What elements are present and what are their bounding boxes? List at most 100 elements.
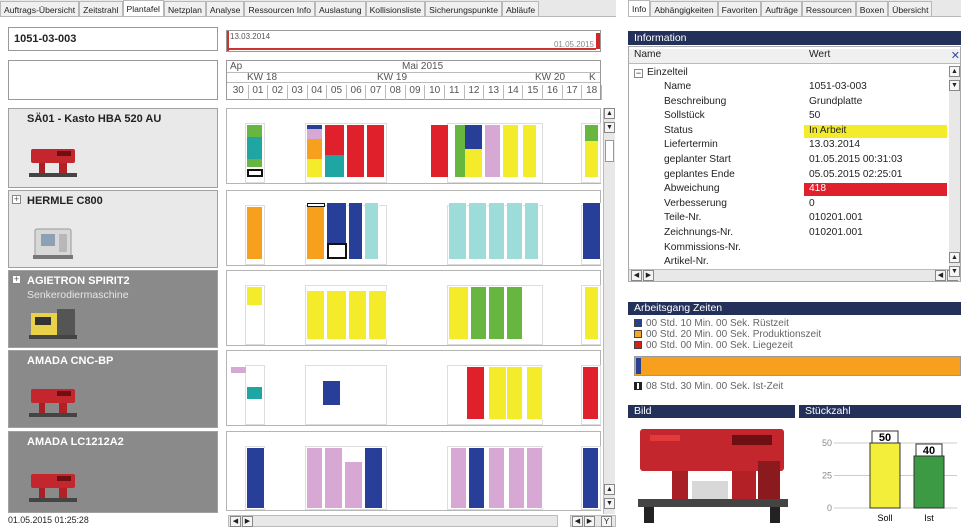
grid-row[interactable]: Abweichung 418 (629, 183, 947, 197)
grid-row[interactable]: geplanter Start 01.05.2015 00:31:03 (629, 154, 947, 167)
gantt-bar[interactable] (247, 287, 263, 305)
gantt-bar[interactable] (583, 203, 601, 259)
gantt-bar[interactable] (247, 159, 263, 167)
gantt-bar[interactable] (365, 448, 383, 508)
gantt-vertical-scrollbar[interactable]: ▲ ▼ ▲ ▼ (603, 108, 615, 514)
machine-row[interactable]: AMADA LC1212A2 (8, 431, 218, 513)
gantt-bar[interactable] (503, 125, 519, 177)
gantt-bar[interactable] (585, 125, 599, 141)
grid-row[interactable]: Liefertermin 13.03.2014 (629, 139, 947, 152)
gantt-bar[interactable] (369, 291, 387, 339)
gantt-bar[interactable] (247, 393, 263, 399)
gantt-bar[interactable] (489, 367, 507, 419)
right-tab-0[interactable]: Info (628, 0, 651, 16)
gantt-bar[interactable] (507, 203, 523, 259)
scroll-thumb[interactable] (605, 140, 614, 162)
grid-scroll-left[interactable]: ◀ (631, 270, 642, 281)
expand-icon[interactable]: + (12, 195, 21, 204)
grid-hscroll[interactable]: ◀ ▶ ◀ ▶ (629, 269, 960, 281)
grid-row[interactable]: Teile-Nr. 010201.001 (629, 212, 947, 225)
left-tab-4[interactable]: Analyse (205, 1, 245, 16)
machine-row[interactable]: + HERMLE C800 (8, 190, 218, 268)
machine-row[interactable]: AMADA CNC-BP (8, 350, 218, 428)
scroll-left-button[interactable]: ◀ (230, 516, 241, 527)
left-tab-7[interactable]: Kollisionsliste (365, 1, 426, 16)
grid-scroll-down[interactable]: ▼ (949, 80, 960, 91)
gantt-bar[interactable] (325, 448, 343, 508)
scroll-down-button[interactable]: ▼ (604, 498, 615, 509)
gantt-bar[interactable] (525, 203, 539, 259)
gantt-bar[interactable] (307, 129, 323, 139)
right-tab-4[interactable]: Ressourcen (801, 1, 856, 16)
scroll-up-bottom-button[interactable]: ▲ (604, 484, 615, 495)
right-tab-1[interactable]: Abhängigkeiten (650, 1, 718, 16)
gantt-bar[interactable] (583, 448, 599, 508)
gantt-bar[interactable] (507, 367, 523, 419)
right-tab-2[interactable]: Favoriten (717, 1, 762, 16)
gantt-bar[interactable] (367, 125, 385, 177)
gantt-bar[interactable] (583, 367, 599, 419)
gantt-bar[interactable] (465, 149, 483, 177)
grid-scroll-up2[interactable]: ▲ (949, 252, 960, 263)
gantt-bar[interactable] (451, 448, 467, 508)
gantt-bar[interactable] (527, 448, 543, 508)
left-tab-1[interactable]: Zeitstrahl (79, 1, 123, 16)
gantt-bar[interactable] (247, 207, 263, 259)
gantt-bar[interactable] (231, 367, 247, 373)
gantt-bar[interactable] (489, 287, 505, 339)
left-tab-0[interactable]: Auftrags-Übersicht (0, 1, 80, 16)
gantt-lane[interactable] (226, 431, 601, 511)
grid-row[interactable]: Artikel-Nr. (629, 256, 947, 269)
machine-row[interactable]: + AGIETRON SPIRIT2 Senkerodiermaschine (8, 270, 218, 348)
gantt-bar[interactable] (485, 125, 501, 177)
gantt-bar[interactable] (509, 448, 525, 508)
machine-row[interactable]: SÄ01 - Kasto HBA 520 AU (8, 108, 218, 188)
gantt-bar[interactable] (349, 291, 367, 339)
scroll-right-button[interactable]: ▶ (242, 516, 253, 527)
group-collapse-icon[interactable]: − (634, 69, 643, 78)
gantt-bar[interactable] (471, 287, 487, 339)
gantt-lane[interactable] (226, 190, 601, 266)
gantt-bar[interactable] (469, 448, 485, 508)
gantt-bar[interactable] (327, 291, 347, 339)
gantt-bar[interactable] (365, 203, 379, 259)
left-tab-6[interactable]: Auslastung (315, 1, 366, 16)
grid-row[interactable]: Beschreibung Grundplatte (629, 96, 947, 109)
grid-row[interactable]: Status In Arbeit (629, 124, 947, 138)
scroll-up-button[interactable]: ▲ (604, 108, 615, 119)
gantt-bar[interactable] (449, 203, 467, 259)
grid-row[interactable]: Sollstück 50 (629, 110, 947, 123)
gantt-bar[interactable] (467, 367, 485, 419)
left-tab-2[interactable]: Plantafel (122, 0, 164, 16)
grid-row[interactable]: Zeichnungs-Nr. 010201.001 (629, 227, 947, 240)
grid-row[interactable]: Verbesserung 0 (629, 198, 947, 211)
scroll-up-small-button[interactable]: ▼ (604, 122, 615, 133)
gantt-bar[interactable] (307, 159, 323, 177)
gantt-horizontal-scrollbar[interactable]: ◀ ▶ (228, 515, 558, 527)
right-tab-6[interactable]: Übersicht (888, 1, 933, 16)
grid-row[interactable]: Name 1051-03-003 (629, 81, 947, 94)
gantt-bar[interactable] (489, 448, 505, 508)
grid-scroll-left2[interactable]: ◀ (935, 270, 946, 281)
gantt-bar[interactable] (307, 291, 325, 339)
right-tab-3[interactable]: Aufträge (761, 1, 802, 16)
gantt-bar[interactable] (469, 203, 487, 259)
gantt-bar[interactable] (307, 203, 325, 259)
left-tab-9[interactable]: Abläufe (501, 1, 540, 16)
gantt-bar[interactable] (327, 203, 347, 243)
gantt-bar[interactable] (307, 203, 325, 207)
gantt-bar[interactable] (307, 448, 323, 508)
gantt-bar[interactable] (349, 203, 363, 259)
gantt-bar[interactable] (585, 287, 599, 339)
left-tab-3[interactable]: Netzplan (163, 1, 206, 16)
gantt-bar[interactable] (523, 125, 537, 177)
grid-vertical-scrollbar[interactable]: ▲ ▼ ▲ ▼ (949, 66, 960, 280)
right-tab-5[interactable]: Boxen (855, 1, 889, 16)
gantt-bar[interactable] (465, 125, 483, 149)
gantt-bar[interactable] (323, 381, 341, 405)
grid-group-row[interactable]: − Einzelteil (629, 67, 947, 80)
zoom-right-button[interactable]: ▶ (584, 516, 595, 527)
gantt-bar[interactable] (449, 287, 469, 339)
gantt-bar[interactable] (345, 462, 363, 508)
gantt-bar[interactable] (247, 169, 263, 177)
